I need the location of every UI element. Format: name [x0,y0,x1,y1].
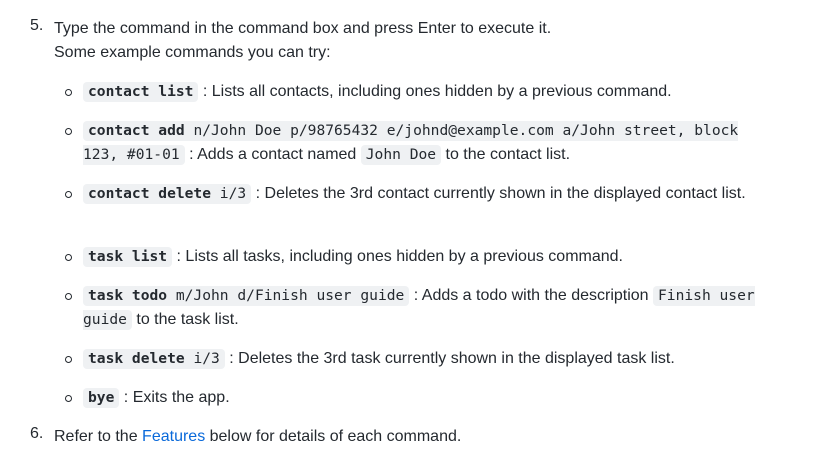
command-description: : Lists all contacts, including ones hid… [198,83,672,100]
command-description-end: to the task list. [131,311,239,328]
step-6-number: 6. [30,425,44,442]
command-description: : Exits the app. [119,389,230,406]
command-code: contact list [83,82,199,102]
bullet-icon [64,386,74,410]
step-5-number: 5. [30,17,44,34]
features-link[interactable]: Features [142,428,205,445]
command-description-end: to the contact list. [441,146,571,163]
command-description: : Lists all tasks, including ones hidden… [172,248,623,265]
command-example-contact-delete: contact delete i/3 : Deletes the 3rd con… [83,182,766,206]
command-description: : Adds a contact named [184,146,361,163]
command-example-task-delete: task delete i/3 : Deletes the 3rd task c… [83,347,766,371]
step-5-instruction: Type the command in the command box and … [54,20,552,37]
command-code: task todo m/John d/Finish user guide [83,286,410,306]
command-code: task delete i/3 [83,349,225,369]
bullet-icon [64,284,74,308]
step-5-subtitle: Some example commands you can try: [54,44,331,61]
command-description: : Deletes the 3rd task currently shown i… [224,350,675,367]
command-example-bye: bye : Exits the app. [83,386,766,410]
step-6-text: Refer to the Features below for details … [54,425,798,449]
step-5-text: Type the command in the command box and … [54,17,798,65]
command-example-contact-add: contact add n/John Doe p/98765432 e/john… [83,119,766,167]
bullet-icon [64,119,74,143]
command-example-task-list: task list : Lists all tasks, including o… [83,245,766,269]
command-code: task list [83,247,173,267]
inline-code: John Doe [360,145,442,165]
bullet-icon [64,80,74,104]
step-6-suffix: below for details of each command. [205,428,462,445]
command-code: contact delete i/3 [83,184,252,204]
command-code: bye [83,388,120,408]
step-6-prefix: Refer to the [54,428,143,445]
bullet-icon [64,182,74,206]
command-description: : Adds a todo with the description [409,287,654,304]
bullet-icon [64,347,74,371]
command-example-task-todo: task todo m/John d/Finish user guide : A… [83,284,766,332]
command-description: : Deletes the 3rd contact currently show… [251,185,746,202]
bullet-icon [64,245,74,269]
command-example-contact-list: contact list : Lists all contacts, inclu… [83,80,766,104]
